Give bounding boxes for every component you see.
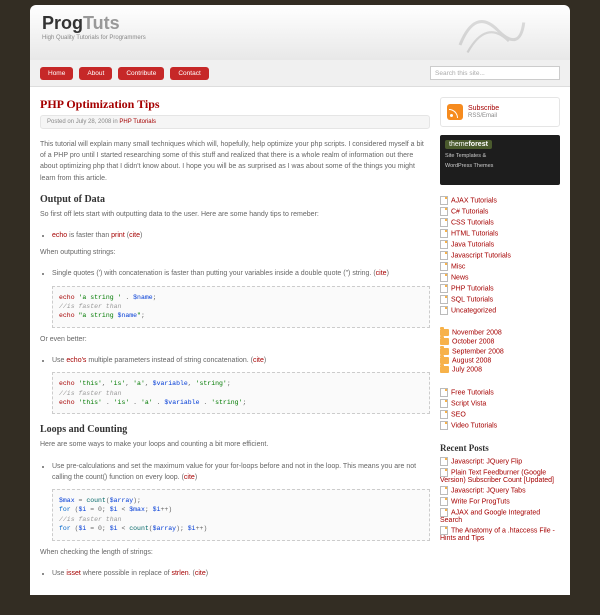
cat-link[interactable]: Uncategorized	[451, 307, 496, 314]
code-block-3: $max = count($array); for ($i = 0; $i < …	[52, 489, 430, 541]
doc-icon	[440, 306, 448, 315]
subscribe-link[interactable]: Subscribe	[468, 105, 499, 112]
doc-icon	[440, 207, 448, 216]
cite-link[interactable]: cite	[129, 232, 140, 239]
folder-icon	[440, 366, 449, 373]
archive-link[interactable]: August 2008	[452, 357, 491, 364]
doc-icon	[440, 273, 448, 282]
blogroll-link[interactable]: Free Tutorials	[451, 389, 494, 396]
heading-loops: Loops and Counting	[40, 424, 430, 435]
blogroll-link[interactable]: SEO	[451, 411, 466, 418]
main-nav: Home About Contribute Contact	[30, 60, 570, 87]
archive-link[interactable]: October 2008	[452, 339, 494, 346]
cat-link[interactable]: Javascript Tutorials	[451, 252, 511, 259]
page-footer	[30, 595, 570, 615]
cat-link[interactable]: Misc	[451, 263, 465, 270]
subscribe-sub: RSS/Email	[468, 113, 497, 119]
blogroll-link[interactable]: Script Vista	[451, 400, 486, 407]
doc-icon	[440, 284, 448, 293]
doc-icon	[440, 251, 448, 260]
archive-list: November 2008 October 2008 September 200…	[440, 328, 560, 375]
when-strings: When outputting strings:	[40, 247, 430, 258]
archive-link[interactable]: July 2008	[452, 367, 482, 374]
code-block-2: echo 'this', 'is', 'a', $variable, 'stri…	[52, 372, 430, 414]
code-block-1: echo 'a string ' . $name; //is faster th…	[52, 286, 430, 328]
doc-icon	[440, 468, 448, 477]
subscribe-box[interactable]: Subscribe RSS/Email	[440, 97, 560, 127]
recent-list: Javascript: JQuery Flip Plain Text Feedb…	[440, 456, 560, 543]
cite-link[interactable]: cite	[376, 270, 387, 277]
heading-output: Output of Data	[40, 194, 430, 205]
doc-icon	[440, 399, 448, 408]
recent-link[interactable]: Javascript: JQuery Tabs	[451, 487, 526, 494]
cat-link[interactable]: C# Tutorials	[451, 208, 488, 215]
when-length: When checking the length of strings:	[40, 547, 430, 558]
promo-themeforest[interactable]: themeforest Site Templates & WordPress T…	[440, 135, 560, 185]
doc-icon	[440, 410, 448, 419]
blogroll-link[interactable]: Video Tutorials	[451, 422, 497, 429]
recent-link[interactable]: Javascript: JQuery Flip	[451, 458, 522, 465]
doc-icon	[440, 526, 448, 535]
li-isset: Use isset where possible in replace of s…	[52, 568, 430, 579]
nav-home[interactable]: Home	[40, 67, 73, 80]
or-better: Or even better:	[40, 334, 430, 345]
output-sub: So first off lets start with outputting …	[40, 209, 430, 220]
recent-link[interactable]: Plain Text Feedburner (Google Version) S…	[440, 469, 554, 484]
archive-link[interactable]: November 2008	[452, 329, 502, 336]
cat-link[interactable]: PHP Tutorials	[451, 285, 494, 292]
link-list: Free Tutorials Script Vista SEO Video Tu…	[440, 387, 560, 431]
cat-link[interactable]: Java Tutorials	[451, 241, 494, 248]
li-echo-print: echo is faster than print (cite)	[52, 230, 430, 241]
category-list: AJAX Tutorials C# Tutorials CSS Tutorial…	[440, 195, 560, 316]
cat-link[interactable]: HTML Tutorials	[451, 230, 498, 237]
doc-icon	[440, 218, 448, 227]
cite-link[interactable]: cite	[195, 570, 206, 577]
doc-icon	[440, 421, 448, 430]
li-params: Use echo's multiple parameters instead o…	[52, 355, 430, 366]
post-title[interactable]: PHP Optimization Tips	[40, 97, 430, 112]
doc-icon	[440, 388, 448, 397]
cat-link[interactable]: AJAX Tutorials	[451, 197, 497, 204]
folder-icon	[440, 329, 449, 336]
cat-link[interactable]: News	[451, 274, 469, 281]
search-input[interactable]	[430, 66, 560, 80]
post-meta: Posted on July 28, 2008 in PHP Tutorials	[40, 115, 430, 129]
nav-contact[interactable]: Contact	[170, 67, 208, 80]
header: ProgTuts High Quality Tutorials for Prog…	[30, 5, 570, 60]
recent-link[interactable]: The Anatomy of a .htaccess File - Hints …	[440, 527, 555, 542]
doc-icon	[440, 457, 448, 466]
nav-about[interactable]: About	[79, 67, 112, 80]
doc-icon	[440, 486, 448, 495]
recent-link[interactable]: AJAX and Google Integrated Search	[440, 509, 540, 524]
doc-icon	[440, 262, 448, 271]
doc-icon	[440, 240, 448, 249]
li-quotes: Single quotes (') with concatenation is …	[52, 268, 430, 279]
loops-sub: Here are some ways to make your loops an…	[40, 439, 430, 450]
folder-icon	[440, 348, 449, 355]
cat-link[interactable]: CSS Tutorials	[451, 219, 494, 226]
folder-icon	[440, 357, 449, 364]
cat-link[interactable]: SQL Tutorials	[451, 296, 493, 303]
rss-icon	[447, 104, 463, 120]
post-category-link[interactable]: PHP Tutorials	[119, 119, 156, 125]
post-intro: This tutorial will explain many small te…	[40, 139, 430, 184]
doc-icon	[440, 508, 448, 517]
doc-icon	[440, 196, 448, 205]
doc-icon	[440, 295, 448, 304]
archive-link[interactable]: September 2008	[452, 348, 504, 355]
swirl-decoration	[450, 0, 530, 60]
cite-link[interactable]: cite	[184, 474, 195, 481]
li-precalc: Use pre-calculations and set the maximum…	[52, 461, 430, 483]
cite-link[interactable]: cite	[253, 357, 264, 364]
doc-icon	[440, 229, 448, 238]
doc-icon	[440, 497, 448, 506]
post-content: PHP Optimization Tips Posted on July 28,…	[40, 97, 440, 585]
recent-link[interactable]: Write For ProgTuts	[451, 498, 510, 505]
sidebar: Subscribe RSS/Email themeforest Site Tem…	[440, 97, 560, 585]
recent-posts-heading: Recent Posts	[440, 443, 560, 453]
nav-contribute[interactable]: Contribute	[118, 67, 164, 80]
folder-icon	[440, 338, 449, 345]
